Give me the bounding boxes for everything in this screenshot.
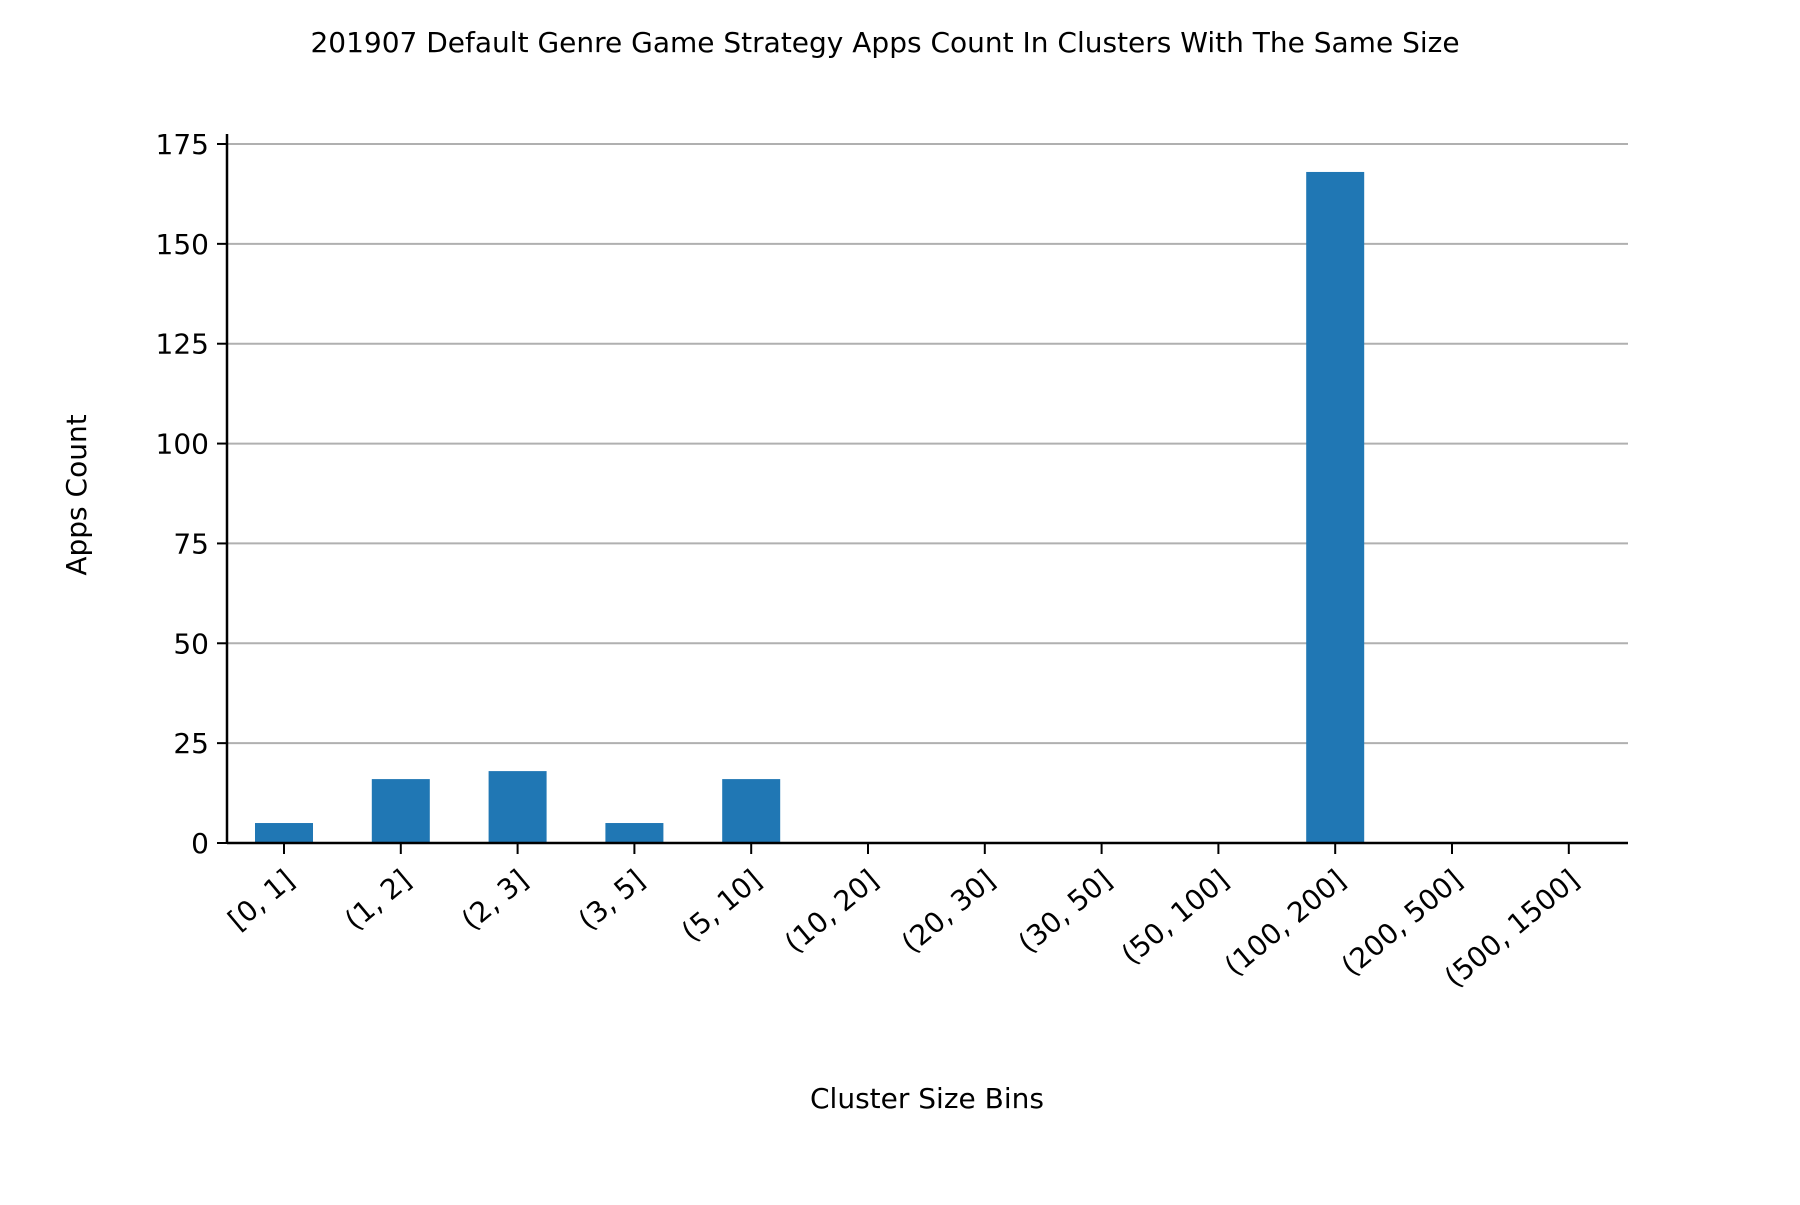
- bar: [371, 779, 430, 843]
- gridlines: [227, 142, 1628, 745]
- x-tick-label: (50, 100]: [1115, 863, 1235, 971]
- y-axis-label: Apps Count: [60, 414, 93, 575]
- x-tick-label: (30, 50]: [1012, 863, 1118, 960]
- x-tick-label: (2, 3]: [455, 863, 534, 937]
- chart-container: 201907 Default Genre Game Strategy Apps …: [0, 0, 1800, 1200]
- x-axis-label: Cluster Size Bins: [810, 1082, 1044, 1115]
- x-tick-label: (10, 20]: [778, 863, 884, 960]
- y-tick-label: 50: [173, 627, 209, 660]
- x-tick-label: (20, 30]: [895, 863, 1001, 960]
- y-tick-label: 75: [173, 527, 209, 560]
- y-tick-label: 150: [156, 228, 209, 261]
- x-tick-label: (100, 200]: [1218, 863, 1351, 982]
- chart-title: 201907 Default Genre Game Strategy Apps …: [310, 26, 1459, 59]
- x-tick-label: (5, 10]: [675, 863, 768, 948]
- bar: [488, 771, 547, 843]
- y-tick-label: 0: [191, 827, 209, 860]
- x-ticks: [0, 1] (1, 2] (2, 3] (3, 5] (5, 10] (10, 20](…: [222, 843, 1585, 994]
- y-tick-label: 125: [156, 328, 209, 361]
- y-tick-label: 25: [173, 727, 209, 760]
- bar: [1306, 171, 1365, 844]
- bar: [255, 823, 313, 843]
- y-ticks: 0 25 50 75 100 125 150 175: [156, 128, 227, 860]
- axes: [225, 134, 1628, 845]
- x-tick-label: (3, 5]: [572, 863, 651, 937]
- bar: [722, 779, 781, 843]
- bar-chart: 201907 Default Genre Game Strategy Apps …: [60, 26, 1628, 1115]
- x-tick-label: (1, 2]: [338, 863, 417, 937]
- y-tick-label: 175: [156, 128, 209, 161]
- y-tick-label: 100: [156, 428, 209, 461]
- x-tick-label: [0, 1]: [222, 863, 301, 937]
- bar: [605, 823, 664, 843]
